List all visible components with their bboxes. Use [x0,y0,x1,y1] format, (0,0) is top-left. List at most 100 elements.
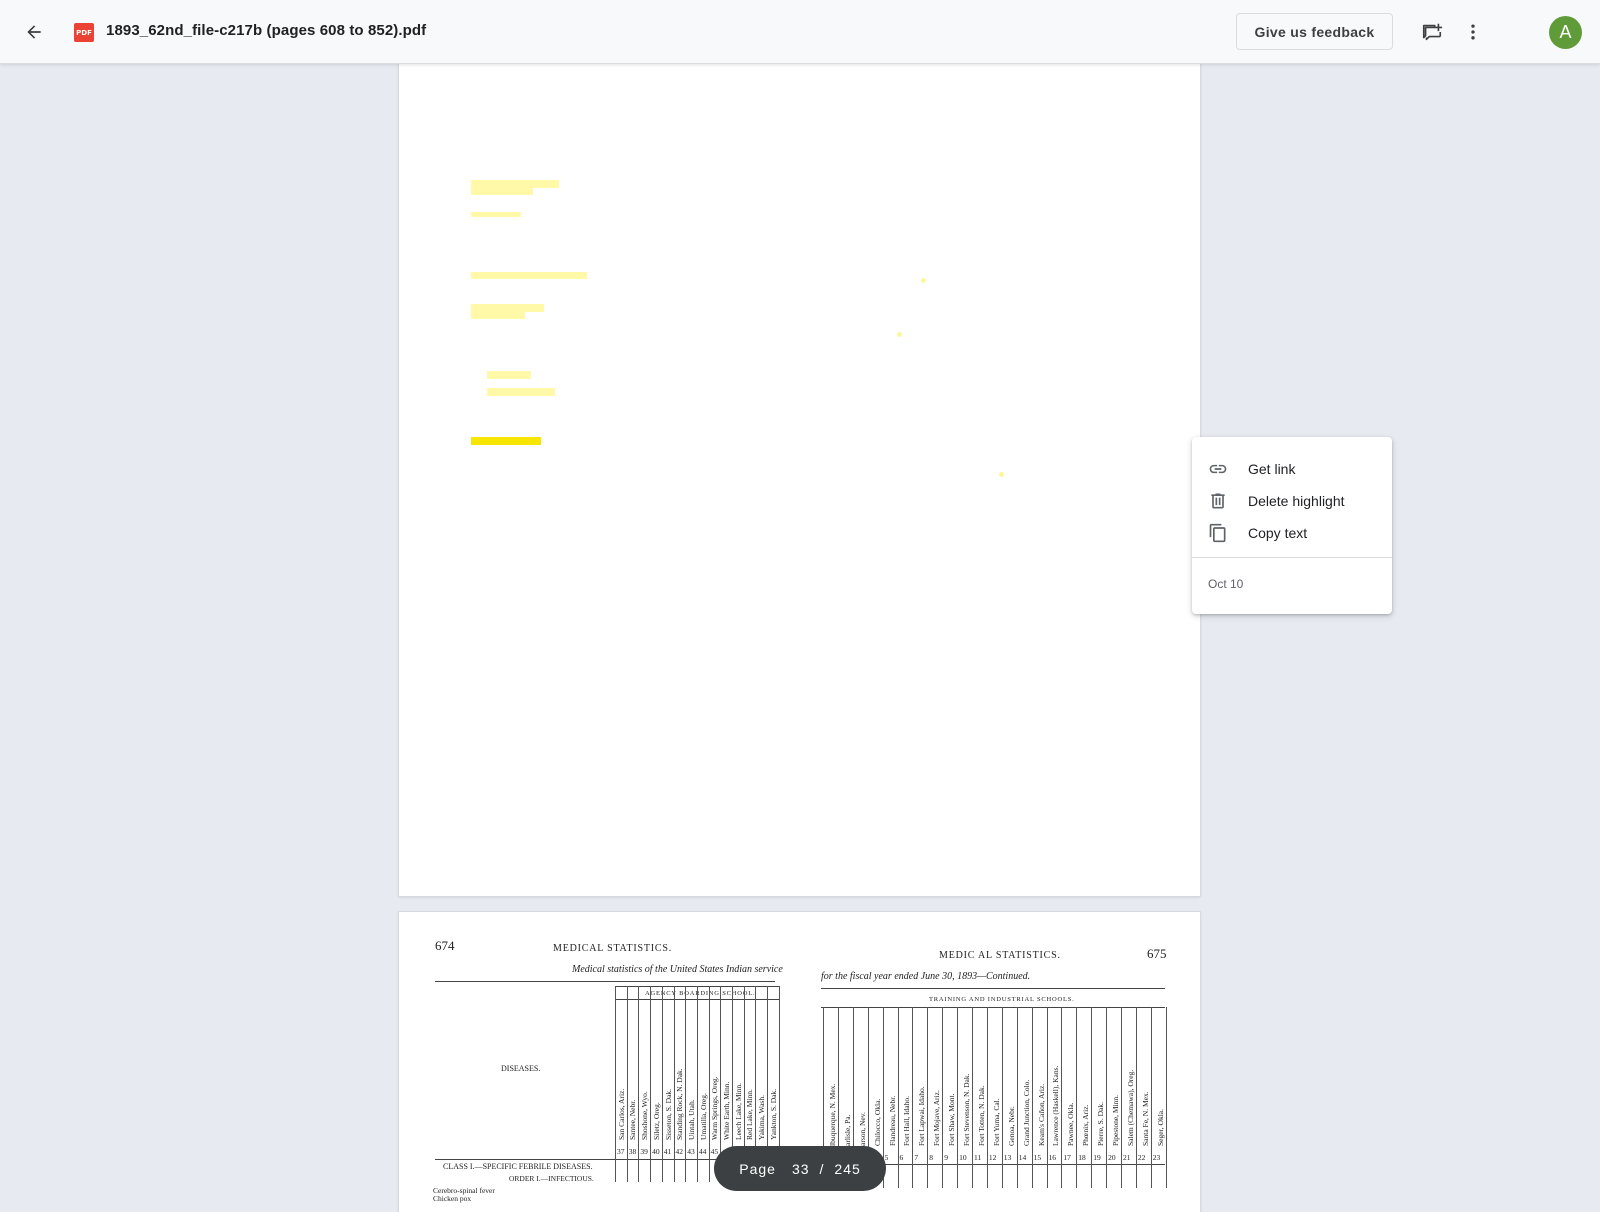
column-header: Fort Totten, N. Dak. [976,1085,986,1146]
page-label: Page [739,1160,776,1177]
column-header: Salem (Chemawa), Oreg. [1125,1069,1135,1146]
column-header: Yakima, Wash. [757,1095,767,1140]
column-header: arson, Nev. [857,1112,867,1146]
highlight-marker [999,472,1004,477]
text-highlight[interactable] [471,272,587,279]
total-pages: 245 [834,1160,861,1177]
file-title: 1893_62nd_file-c217b (pages 608 to 852).… [106,22,427,39]
table-rule [821,988,1165,989]
table-column-rule [661,986,663,1182]
column-header: Red Lake, Minn. [745,1089,755,1140]
table-column-rule [986,1007,988,1188]
pdf-file-icon-label: PDF [76,28,92,37]
column-header: Umatilla, Oreg. [698,1093,708,1140]
column-number: 22 [1137,1153,1146,1162]
table-column-rule [1001,1007,1003,1188]
column-header: Keam's Cañon, Ariz. [1036,1083,1046,1146]
more-options-button[interactable] [1453,12,1493,52]
column-header: San Carlos, Ariz. [616,1088,626,1140]
link-icon [1209,464,1227,474]
column-number: 7 [914,1153,919,1162]
table-column-rule [1165,1007,1167,1188]
column-header: Grand Junction, Colo. [1021,1079,1031,1146]
column-header: Pipestone, Minn. [1111,1094,1120,1146]
table-column-rule [1076,1007,1078,1188]
menu-item-get-link[interactable]: Get link [1192,453,1392,485]
table-column-rule [1121,1007,1122,1188]
column-number: 23 [1152,1153,1161,1162]
table-column-rule [912,1007,914,1188]
right-running-head: MEDIC AL STATISTICS. [939,950,1061,961]
left-page-number: 674 [435,938,455,953]
column-number: 44 [698,1147,707,1156]
text-highlight[interactable] [471,180,559,188]
table-column-rule [972,1007,973,1188]
column-number: 21 [1123,1153,1131,1162]
text-highlight[interactable] [487,388,555,396]
table-column-rule [626,986,628,1182]
column-header: lbuquerque, N. Mex. [827,1083,837,1146]
add-comment-button[interactable] [1412,12,1452,52]
column-number: 6 [899,1153,904,1162]
table-row-label: Chicken pox [433,1194,472,1203]
column-number: 12 [988,1153,997,1162]
column-header: Yankton, S. Dak. [768,1088,778,1140]
column-number: 14 [1018,1153,1027,1162]
menu-item-delete-highlight[interactable]: Delete highlight [1192,485,1392,517]
column-number: 11 [974,1153,982,1162]
pdf-file-icon: PDF [74,23,94,42]
back-button[interactable] [14,12,54,52]
give-feedback-button[interactable]: Give us feedback [1236,13,1393,50]
right-page-number: 675 [1147,946,1167,961]
text-highlight[interactable] [471,304,544,312]
text-highlight[interactable] [487,371,531,379]
table-rule [821,1007,1165,1008]
text-highlight[interactable] [471,312,525,319]
right-group-head: TRAINING AND INDUSTRIAL SCHOOLS. [929,996,1075,1003]
column-header: Santee, Nebr. [628,1099,638,1140]
column-header: Pierre, S. Dak. [1096,1102,1106,1146]
table-column-rule [1135,1007,1137,1188]
column-header: Chilocco, Okla. [872,1098,882,1146]
more-vert-icon [1471,24,1475,40]
column-header: Warm Springs, Oreg. [710,1076,720,1140]
account-avatar[interactable]: A [1549,16,1582,49]
table-column-rule [1016,1007,1018,1188]
text-highlight[interactable] [471,212,521,217]
highlight-context-menu: Get link Delete highlight Copy text Oct … [1192,437,1392,614]
table-column-rule [1150,1007,1152,1188]
table-column-rule [957,1007,959,1188]
table-column-rule [685,986,687,1182]
menu-item-copy-text[interactable]: Copy text [1192,517,1392,549]
table-column-rule [1031,1007,1033,1188]
column-header: Siletz, Oreg. [651,1102,661,1140]
column-header: White Earth, Minn. [722,1081,731,1140]
table-column-rule [1106,1007,1108,1188]
column-number: 5 [884,1153,889,1162]
column-header: Uintah, Utah. [686,1099,696,1140]
column-header: Fort Mojave, Ariz. [932,1090,942,1146]
column-number: 15 [1033,1153,1042,1162]
column-number: 13 [1003,1153,1012,1162]
text-highlight[interactable] [471,188,533,195]
copy-icon [1209,523,1226,543]
selected-highlight[interactable] [471,437,541,445]
column-number: 45 [710,1147,719,1156]
table-column-rule [1091,1007,1093,1188]
left-running-head: MEDICAL STATISTICS. [553,943,673,954]
menu-item-label: Copy text [1248,525,1308,541]
table-column-rule [1061,1007,1063,1188]
column-header: Sisseton, S. Dak. [663,1088,673,1140]
trash-icon [1211,493,1225,509]
pdf-page [399,56,1200,896]
table-column-rule [650,986,652,1182]
column-number: 38 [628,1147,637,1156]
page-separator: / [819,1160,825,1177]
diseases-label: DISEASES. [501,1064,541,1073]
column-header: Lawrence (Haskell), Kans. [1051,1065,1061,1146]
table-column-rule [696,986,698,1182]
column-header: Fort Lapwai, Idaho. [917,1086,927,1146]
column-header: Pawnee, Okla. [1066,1102,1076,1146]
class-label: CLASS I.—SPECIFIC FEBRILE DISEASES. [443,1162,593,1171]
column-header: Standing Rock, N. Dak. [675,1068,685,1140]
